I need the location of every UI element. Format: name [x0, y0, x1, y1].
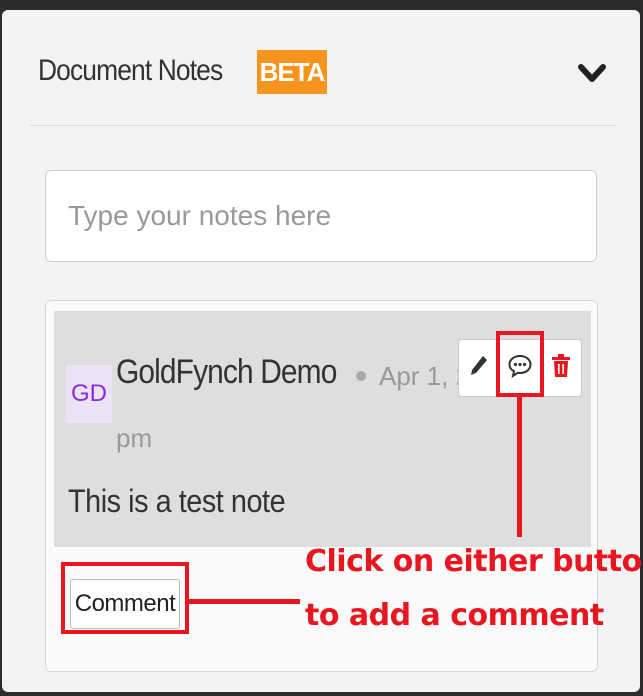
annotation-connector-horizontal: [189, 599, 300, 604]
trash-icon: [551, 353, 571, 384]
delete-button[interactable]: [541, 340, 581, 396]
header-divider: [30, 125, 616, 126]
annotation-text-line2: to add a comment: [305, 598, 604, 633]
separator-dot: [356, 371, 366, 381]
highlight-comment-icon: [496, 331, 544, 397]
annotation-connector-vertical: [517, 397, 522, 537]
highlight-comment-button: [61, 562, 189, 634]
avatar: GD: [66, 365, 112, 423]
note-author: GoldFynch Demo: [116, 353, 337, 391]
beta-badge: BETA: [257, 50, 327, 94]
chevron-down-icon[interactable]: [577, 60, 607, 86]
notes-input[interactable]: [45, 170, 597, 262]
panel-header[interactable]: Document Notes BETA: [2, 10, 640, 126]
edit-button[interactable]: [459, 340, 500, 396]
note-date: Apr 1, 2: [379, 361, 469, 391]
note-time-suffix: pm: [116, 423, 153, 453]
panel-title: Document Notes: [38, 54, 223, 87]
note-text: This is a test note: [68, 483, 286, 519]
edit-icon: [469, 354, 489, 383]
annotation-text-line1: Click on either button: [305, 544, 643, 579]
